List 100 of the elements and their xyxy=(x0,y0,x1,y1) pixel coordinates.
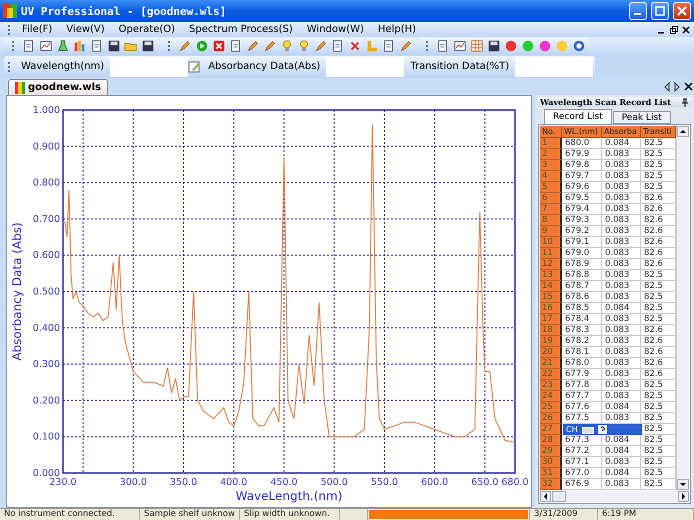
row-number: 7 xyxy=(540,204,562,215)
table-cell: 0.083 xyxy=(602,193,641,204)
table-cell: 678.5 xyxy=(562,303,602,314)
circle-icon[interactable] xyxy=(572,39,586,53)
column-header[interactable]: Transiti xyxy=(641,126,676,138)
menu-item[interactable]: Operate(O) xyxy=(112,24,182,35)
pen-icon[interactable] xyxy=(399,39,413,53)
table-cell: 677.0 xyxy=(562,468,602,479)
column-header[interactable]: No. xyxy=(540,126,562,138)
save-icon[interactable] xyxy=(141,39,155,53)
y-tick-label: 0.500 xyxy=(32,286,60,298)
flask-icon[interactable] xyxy=(56,39,70,53)
pin-icon[interactable] xyxy=(682,98,688,106)
x-tick-label: 450.0 xyxy=(270,477,298,488)
panel-tab[interactable]: Record List xyxy=(544,109,612,124)
y-tick-label: 0.900 xyxy=(32,141,60,152)
minimize-button[interactable] xyxy=(629,2,647,20)
data-field[interactable] xyxy=(326,56,404,76)
scrollbar-thumb[interactable] xyxy=(552,491,566,502)
help-icon[interactable] xyxy=(598,425,607,434)
status-text: Slip width unknown. xyxy=(240,509,340,520)
close-icon xyxy=(677,6,687,16)
restore-icon[interactable] xyxy=(670,26,678,34)
table-cell: 677.2 xyxy=(562,446,602,457)
row-number: 27 xyxy=(540,424,562,435)
row-number: 23 xyxy=(540,380,562,391)
table-cell: 0.083 xyxy=(602,160,641,171)
circle-icon[interactable] xyxy=(538,39,552,53)
table-cell: 679.2 xyxy=(562,226,602,237)
x-tick-label: 300.0 xyxy=(120,477,147,488)
grid-icon[interactable] xyxy=(470,39,484,53)
chart-icon[interactable] xyxy=(453,39,467,53)
table-cell: 0.083 xyxy=(602,204,641,215)
column-header[interactable]: WL.(nm) xyxy=(562,126,602,138)
y-tick-label: 0.000 xyxy=(32,468,60,479)
stop-icon[interactable] xyxy=(212,39,226,53)
menu-item[interactable]: Window(W) xyxy=(300,24,371,35)
document-icon[interactable] xyxy=(90,39,104,53)
row-number: 12 xyxy=(540,259,562,270)
vertical-scrollbar[interactable] xyxy=(676,126,689,490)
menu-item[interactable]: View(V) xyxy=(59,24,112,35)
menu-item[interactable]: Spectrum Process(S) xyxy=(182,24,300,35)
table-cell: 0.083 xyxy=(602,237,641,248)
y-tick-label: 0.400 xyxy=(32,322,60,334)
row-number: 22 xyxy=(540,369,562,380)
table-cell: 0.083 xyxy=(602,314,641,325)
row-number: 14 xyxy=(540,281,562,292)
save-icon[interactable] xyxy=(107,39,121,53)
language-bar[interactable]: CH xyxy=(563,424,642,435)
table-cell: 678.9 xyxy=(562,259,602,270)
x-tick-label: 550.0 xyxy=(370,477,398,488)
pen-icon[interactable] xyxy=(246,39,260,53)
menu-item[interactable]: File(F) xyxy=(15,24,60,35)
language-label[interactable]: CH xyxy=(566,425,578,434)
close-button[interactable] xyxy=(673,2,691,20)
row-number: 3 xyxy=(540,160,562,171)
table-cell: 678.0 xyxy=(562,358,602,369)
chart-icon[interactable] xyxy=(39,39,53,53)
row-number: 20 xyxy=(540,347,562,358)
close-icon[interactable] xyxy=(682,26,690,34)
circle-icon[interactable] xyxy=(504,39,518,53)
bulb-icon[interactable] xyxy=(280,39,294,53)
column-header[interactable]: Absorba xyxy=(602,126,641,138)
pen-icon[interactable] xyxy=(178,39,192,53)
document-icon[interactable] xyxy=(436,39,450,53)
scroll-down-icon[interactable] xyxy=(677,479,689,490)
data-field[interactable] xyxy=(515,56,594,76)
table-cell: 0.083 xyxy=(602,347,641,358)
tab-navigation-icon[interactable] xyxy=(664,82,694,92)
table-cell: 677.1 xyxy=(562,457,602,468)
delete-icon[interactable] xyxy=(348,39,362,53)
document-icon[interactable] xyxy=(229,39,243,53)
table-cell: 676.9 xyxy=(562,479,602,490)
bar-chart-icon[interactable] xyxy=(73,39,87,53)
scroll-left-icon[interactable] xyxy=(540,491,551,502)
bulb-icon[interactable] xyxy=(297,39,311,53)
scroll-right-icon[interactable] xyxy=(678,491,689,502)
keyboard-icon[interactable] xyxy=(582,426,594,434)
menu-item[interactable]: Help(H) xyxy=(370,24,424,35)
save-icon[interactable] xyxy=(487,39,501,53)
document-icon[interactable] xyxy=(22,39,36,53)
panel-tab[interactable]: Peak List xyxy=(612,111,671,124)
table-cell: 678.8 xyxy=(562,270,602,281)
maximize-button[interactable] xyxy=(651,2,669,20)
play-icon[interactable] xyxy=(195,39,209,53)
table-cell: 677.8 xyxy=(562,380,602,391)
table-cell: 0.084 xyxy=(602,303,641,314)
document-icon[interactable] xyxy=(331,39,345,53)
scroll-up-icon[interactable] xyxy=(677,126,689,137)
row-number: 10 xyxy=(540,237,562,248)
pen-icon[interactable] xyxy=(263,39,277,53)
x-tick-label: 230.0 xyxy=(49,477,77,488)
y-tick-label: 0.700 xyxy=(32,214,60,225)
table-cell: 680.0 xyxy=(562,138,602,149)
document-icon[interactable] xyxy=(382,39,396,53)
document-tab[interactable]: goodnew.wls xyxy=(8,79,108,95)
pen-icon[interactable] xyxy=(314,39,328,53)
edit-icon[interactable] xyxy=(188,60,202,74)
table-cell: 0.084 xyxy=(602,138,641,149)
data-field[interactable] xyxy=(110,56,188,76)
